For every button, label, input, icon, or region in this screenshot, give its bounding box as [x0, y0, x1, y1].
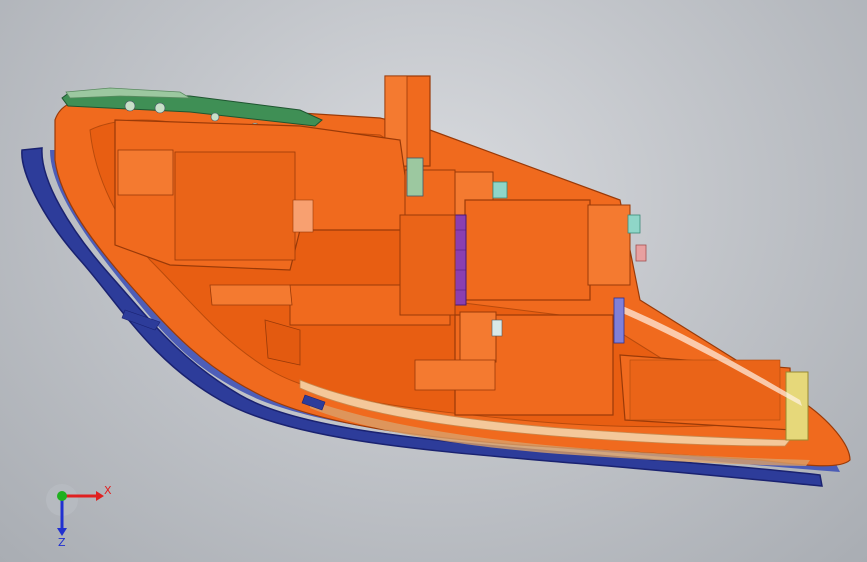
coordinate-triad: X Z — [46, 484, 112, 548]
pcb-board-edge — [65, 87, 192, 99]
triad-x-label: X — [104, 484, 112, 497]
connector-teal-top[interactable] — [492, 181, 508, 199]
headlamp-3d-model[interactable] — [0, 0, 867, 562]
pcb-screw-3 — [210, 112, 220, 122]
pcb-screw-1 — [124, 100, 136, 112]
motor-block-right[interactable] — [464, 199, 591, 301]
lower-step-block — [414, 359, 496, 391]
triad-z-label: Z — [58, 536, 66, 548]
lower-bracket — [209, 284, 293, 306]
cad-viewport[interactable]: X Z — [0, 0, 867, 562]
gear-housing-2[interactable] — [587, 204, 631, 286]
bulb-socket-face — [629, 359, 781, 421]
connector-white[interactable] — [491, 319, 503, 337]
bulb-pink[interactable] — [635, 244, 647, 262]
adjuster-shaft[interactable] — [613, 297, 625, 344]
bulb-teal-top[interactable] — [627, 214, 641, 234]
connector-yellow[interactable] — [785, 371, 809, 441]
actuator-block-mid — [174, 151, 296, 261]
pcb-screw-2 — [154, 102, 166, 114]
actuator-block-detail — [292, 199, 314, 233]
connector-green[interactable] — [406, 157, 424, 197]
actuator-block-left — [117, 149, 174, 196]
triad-y-axis — [57, 491, 67, 501]
lower-gear-housing[interactable] — [459, 311, 497, 363]
triad-z-arrow — [57, 528, 67, 536]
triad-x-arrow — [96, 491, 104, 501]
mid-block-center[interactable] — [399, 214, 456, 316]
